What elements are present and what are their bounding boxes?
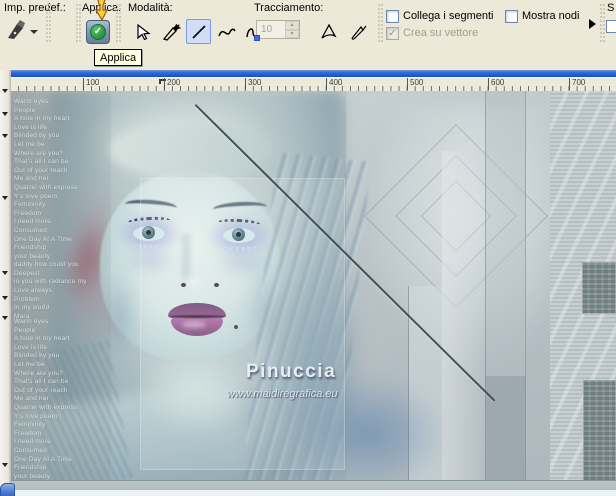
mouse-cursor-icon [91,0,113,24]
pen-preset-icon [4,18,26,45]
mode-label: Modalità: [128,2,173,14]
toolbar-overflow-arrow[interactable] [589,19,596,29]
contour-tool-button[interactable] [316,19,341,44]
bezier-curve-mode-button[interactable] [214,19,239,44]
line-segment-mode-button[interactable] [186,19,211,44]
toolbar-separator [46,4,51,44]
crea-su-vettore-checkbox: ✓ [386,27,399,40]
preset-label: Imp. predef.: [4,2,66,14]
ruler-tick-label: 600 [488,78,504,90]
image-canvas[interactable]: Warm eyesPeopleA hole in my heartLove is… [11,91,616,496]
tracking-value: 10 [257,21,285,38]
flyout-arrow-icon[interactable] [2,271,8,275]
word-list: Warm eyesPeopleA hole in my heartLove is… [14,98,119,321]
palette-corner [0,483,15,496]
clipped-group-label: S [607,2,614,14]
bezier-curve-icon [217,23,237,41]
ruler-tick-label: 400 [326,78,342,90]
ruler-tick-label: 700 [569,78,585,90]
toolbar-separator [378,4,383,44]
mostra-nodi-label: Mostra nodi [522,10,579,22]
artwork-mosaic-square [583,380,616,481]
artwork-bottom-band [11,481,616,490]
word-list: Warm eyesPeopleA hole in my heartLove is… [14,318,119,496]
collega-checkbox-label: Collega i segmenti [403,10,494,22]
website-text: www.maidiregrafica.eu [227,388,338,400]
flyout-arrow-icon[interactable] [2,463,8,467]
artwork-column [486,91,526,376]
tracking-spinner[interactable]: 10 ▲ ▼ [256,20,300,39]
preset-pen-dropdown[interactable] [4,18,40,45]
toolbar-separator [116,4,121,44]
spinner-link-mark [254,35,260,41]
fan-shape-icon [319,23,339,41]
artwork-panel-edge [525,91,526,481]
ruler-tick-label: 300 [245,78,261,90]
edit-mode-button[interactable] [130,19,155,44]
artwork-panel [442,151,486,481]
toolbar-separator [76,4,81,44]
horizontal-ruler[interactable]: 100 200 300 400 500 600 700 [11,77,616,91]
portrait-hair-layer [109,122,271,178]
spin-up-button[interactable]: ▲ [285,21,299,30]
flyout-arrow-icon[interactable] [2,196,8,200]
artwork-mosaic-square [582,262,616,314]
chevron-down-icon [30,30,38,34]
knife-icon [349,23,369,41]
signature-text: Pinuccia [246,361,336,383]
flyout-arrow-icon[interactable] [2,296,8,300]
flyout-arrow-icon[interactable] [2,316,8,320]
mostra-nodi-checkbox[interactable] [505,10,518,23]
spin-down-button[interactable]: ▼ [285,30,299,39]
apply-check-icon: ✓ [90,24,106,40]
drawing-pen-icon [161,22,181,42]
applica-tooltip: Applica [94,49,142,66]
tracking-label: Tracciamento: [254,2,323,14]
line-segment-icon [190,23,208,41]
artwork-column [486,376,526,481]
flyout-arrow-icon[interactable] [2,89,8,93]
tools-toolbar-edge [0,70,11,496]
arrow-cursor-icon [134,23,152,41]
eraser-tool-button[interactable] [346,19,371,44]
flyout-arrow-icon[interactable] [2,134,8,138]
crea-su-vettore-label: Crea su vettore [403,27,478,39]
psp-window: { "toolbar": { "preset_label": "Imp. pre… [0,0,616,496]
ruler-tick-label: 500 [407,78,423,90]
window-bottom-strip [11,490,616,496]
toolbar-separator [600,4,605,44]
clipped-checkbox[interactable] [606,20,616,33]
collega-checkbox[interactable] [386,10,399,23]
flyout-arrow-icon[interactable] [2,112,8,116]
ruler-tick-label: 200 [164,78,180,90]
image-window-top-edge [11,70,616,77]
knife-mode-button[interactable] [158,19,183,44]
ruler-tick-label: 100 [83,78,99,90]
